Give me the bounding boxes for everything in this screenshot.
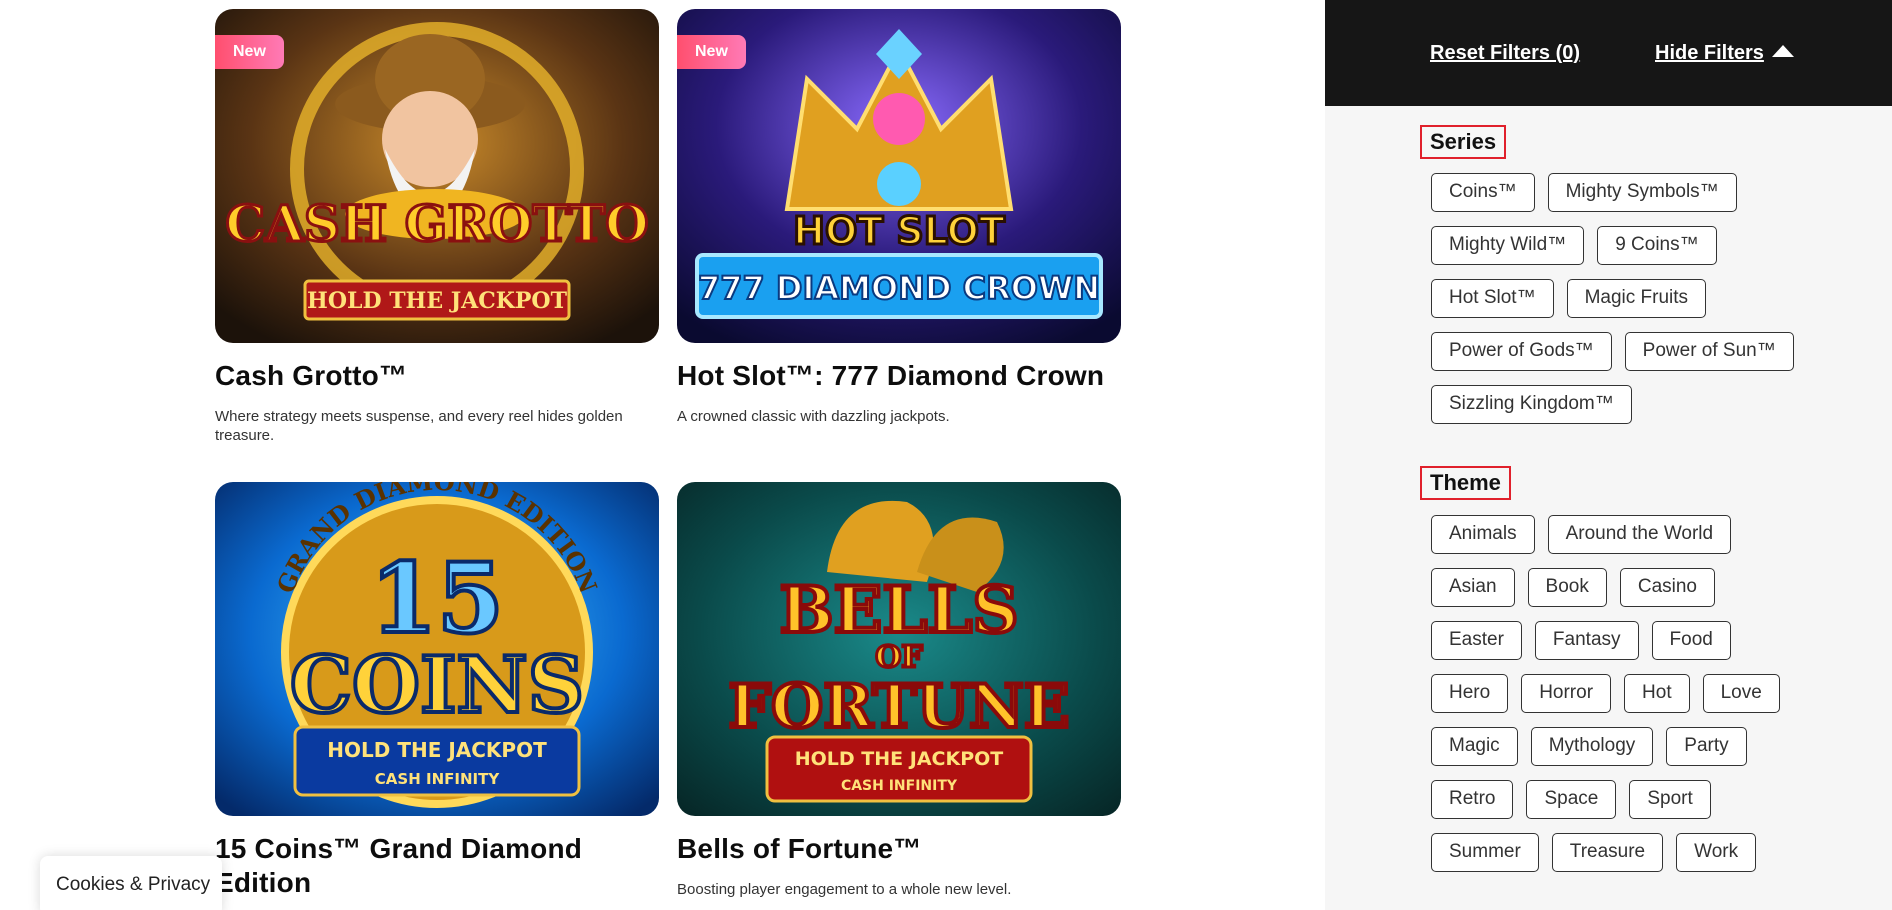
theme-filter-chip[interactable]: Food xyxy=(1651,621,1731,660)
series-filter-chip[interactable]: Magic Fruits xyxy=(1566,279,1707,318)
theme-filter-chip[interactable]: Book xyxy=(1527,568,1607,607)
cookies-privacy-button[interactable]: Cookies & Privacy xyxy=(40,856,222,910)
game-thumbnail[interactable]: CASH GROTTO HOLD THE JACKPOT New xyxy=(215,9,659,343)
svg-text:HOLD THE JACKPOT: HOLD THE JACKPOT xyxy=(327,738,547,762)
theme-filter-chip[interactable]: Summer xyxy=(1431,833,1539,872)
series-options: Coins™ Mighty Symbols™ Mighty Wild™ 9 Coins… xyxy=(1431,173,1811,424)
svg-text:OF: OF xyxy=(875,640,922,675)
theme-filter-chip[interactable]: Love xyxy=(1702,674,1780,713)
theme-filter-chip[interactable]: Animals xyxy=(1431,515,1535,554)
svg-text:777 DIAMOND CROWN: 777 DIAMOND CROWN xyxy=(698,269,1100,307)
theme-filter-chip[interactable]: Casino xyxy=(1619,568,1715,607)
theme-filter-chip[interactable]: Space xyxy=(1526,780,1617,819)
series-filter-chip[interactable]: Coins™ xyxy=(1431,173,1535,212)
svg-text:CASH INFINITY: CASH INFINITY xyxy=(841,778,958,794)
svg-text:15: 15 xyxy=(370,542,504,655)
series-heading: Series xyxy=(1420,125,1507,159)
theme-filter-chip[interactable]: Hero xyxy=(1431,674,1509,713)
page: CASH GROTTO HOLD THE JACKPOT New Cash Gr… xyxy=(0,0,1892,910)
hide-filters-label: Hide Filters xyxy=(1655,42,1764,64)
series-filter-chip[interactable]: Sizzling Kingdom™ xyxy=(1431,385,1632,424)
series-filter-chip[interactable]: 9 Coins™ xyxy=(1597,226,1717,265)
svg-text:FORTUNE: FORTUNE xyxy=(728,672,1069,742)
theme-filter-chip[interactable]: Work xyxy=(1676,833,1757,872)
game-card-cash-grotto[interactable]: CASH GROTTO HOLD THE JACKPOT New Cash Gr… xyxy=(215,9,659,445)
game-card-bells-of-fortune[interactable]: BELLS OF FORTUNE HOLD THE JACKPOT CASH I… xyxy=(677,482,1121,899)
filters-header: Reset Filters (0) Hide Filters xyxy=(1325,0,1892,106)
theme-filter-chip[interactable]: Around the World xyxy=(1547,515,1732,554)
theme-filter-chip[interactable]: Magic xyxy=(1431,727,1518,766)
game-description: A crowned classic with dazzling jackpots… xyxy=(677,408,950,425)
game-card-hot-slot[interactable]: HOT SLOT 777 DIAMOND CROWN New Hot Slot™… xyxy=(677,9,1121,426)
theme-filter-chip[interactable]: Asian xyxy=(1431,568,1515,607)
filters-panel: Reset Filters (0) Hide Filters Series Co… xyxy=(1325,0,1892,910)
bells-of-fortune-art: BELLS OF FORTUNE HOLD THE JACKPOT CASH I… xyxy=(677,482,1121,816)
series-filter-chip[interactable]: Mighty Wild™ xyxy=(1431,226,1585,265)
game-thumbnail[interactable]: HOT SLOT 777 DIAMOND CROWN New xyxy=(677,9,1121,343)
svg-text:CASH INFINITY: CASH INFINITY xyxy=(375,770,501,788)
theme-options: Animals Around the World Asian Book Casino Ea… xyxy=(1431,515,1811,872)
series-filter-chip[interactable]: Power of Gods™ xyxy=(1431,332,1612,371)
theme-filter-chip[interactable]: Sport xyxy=(1629,780,1711,819)
new-badge: New xyxy=(677,35,746,69)
theme-filter-chip[interactable]: Treasure xyxy=(1551,833,1664,872)
reset-filters-link[interactable]: Reset Filters (0) xyxy=(1430,42,1580,65)
theme-filter-chip[interactable]: Mythology xyxy=(1530,727,1654,766)
svg-text:COINS: COINS xyxy=(290,640,584,731)
svg-text:HOLD THE JACKPOT: HOLD THE JACKPOT xyxy=(307,288,568,314)
game-title[interactable]: Hot Slot™: 777 Diamond Crown xyxy=(677,359,1121,393)
theme-filter-chip[interactable]: Horror xyxy=(1521,674,1612,713)
game-card-15-coins[interactable]: GRAND DIAMOND EDITION 15 COINS HOLD THE … xyxy=(215,482,659,900)
15-coins-art: GRAND DIAMOND EDITION 15 COINS HOLD THE … xyxy=(215,482,659,816)
art-title: CASH GROTTO xyxy=(225,194,648,253)
theme-filter-chip[interactable]: Hot xyxy=(1624,674,1690,713)
game-title[interactable]: Cash Grotto™ xyxy=(215,359,659,393)
game-description: Boosting player engagement to a whole ne… xyxy=(677,881,1012,898)
chevron-up-icon xyxy=(1771,45,1794,57)
new-badge: New xyxy=(215,35,284,69)
theme-filter-chip[interactable]: Party xyxy=(1666,727,1747,766)
game-title[interactable]: Bells of Fortune™ xyxy=(677,832,1121,866)
hide-filters-button[interactable]: Hide Filters xyxy=(1655,42,1794,65)
svg-text:HOLD THE JACKPOT: HOLD THE JACKPOT xyxy=(795,748,1004,770)
svg-text:HOT SLOT: HOT SLOT xyxy=(793,209,1005,253)
theme-heading: Theme xyxy=(1420,466,1511,500)
series-filter-chip[interactable]: Hot Slot™ xyxy=(1431,279,1554,318)
game-description: Where strategy meets suspense, and every… xyxy=(215,408,623,444)
game-title[interactable]: 15 Coins™ Grand Diamond Edition xyxy=(215,832,659,900)
series-filter-chip[interactable]: Power of Sun™ xyxy=(1624,332,1794,371)
theme-filter-chip[interactable]: Retro xyxy=(1431,780,1514,819)
theme-filter-chip[interactable]: Fantasy xyxy=(1534,621,1639,660)
svg-text:BELLS: BELLS xyxy=(779,573,1018,648)
series-filter-chip[interactable]: Mighty Symbols™ xyxy=(1547,173,1737,212)
game-thumbnail[interactable]: GRAND DIAMOND EDITION 15 COINS HOLD THE … xyxy=(215,482,659,816)
game-thumbnail[interactable]: BELLS OF FORTUNE HOLD THE JACKPOT CASH I… xyxy=(677,482,1121,816)
theme-filter-chip[interactable]: Easter xyxy=(1431,621,1522,660)
